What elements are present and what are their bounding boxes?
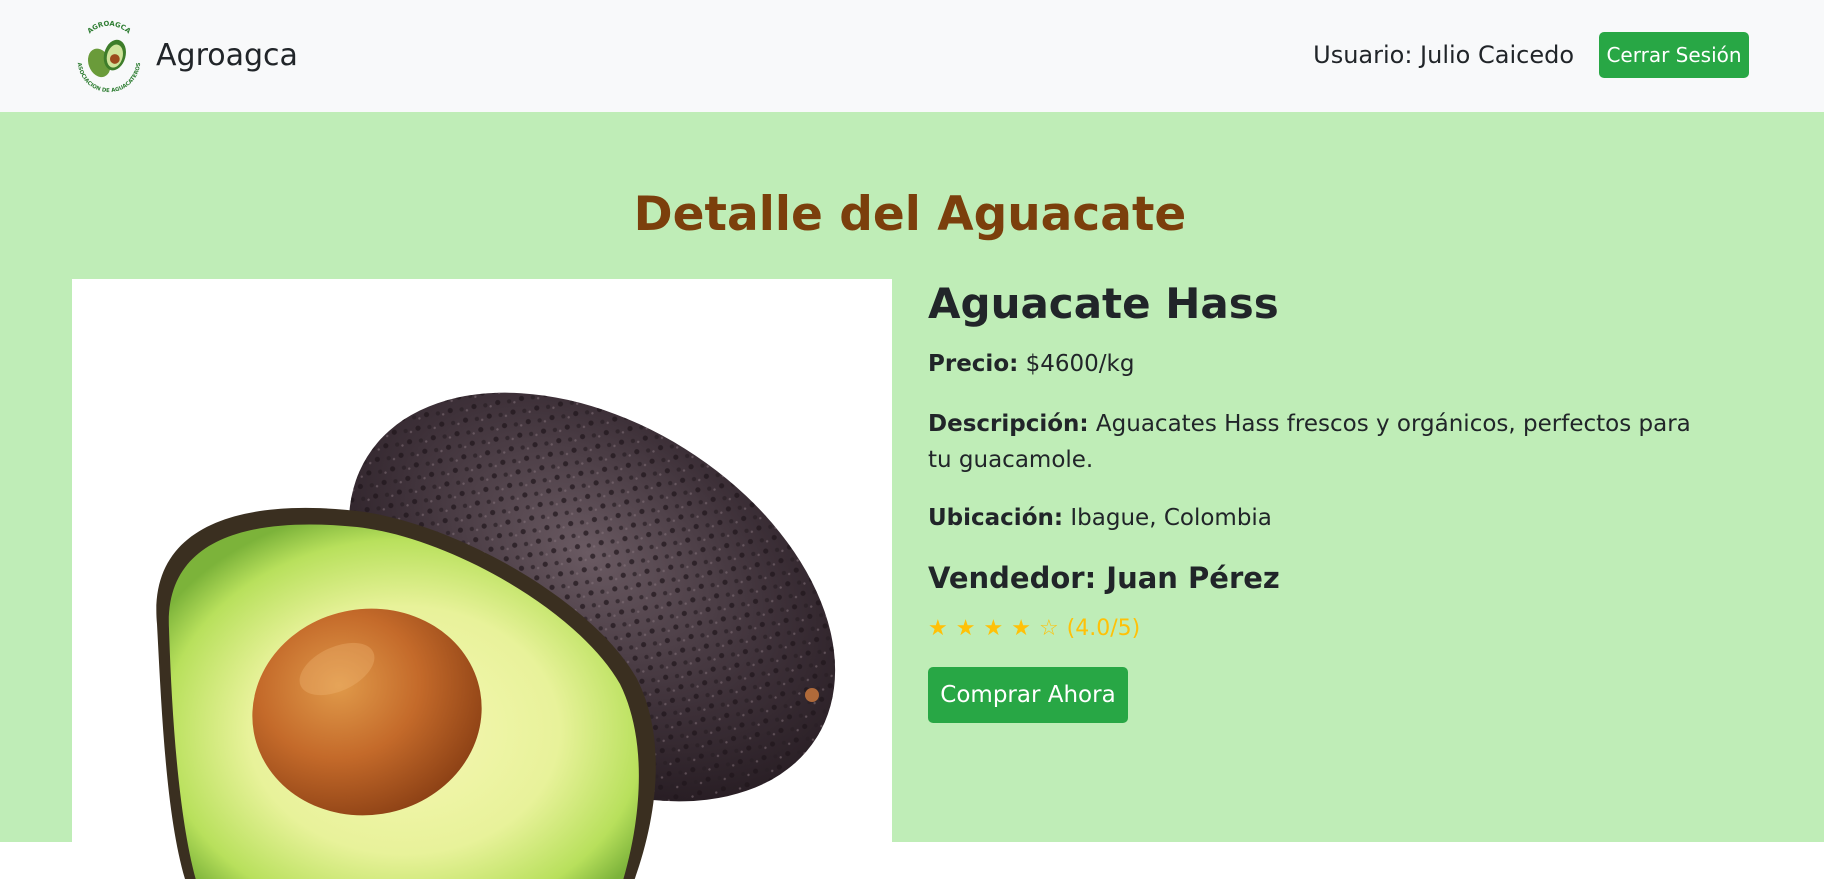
star-filled-icon: ★ [928, 616, 948, 641]
agroagca-logo: AGROAGCA ASOCIACION DE AGUACATEROS [76, 20, 142, 95]
rating-stars: ★ ★ ★ ★ ☆ [928, 616, 1059, 641]
user-label: Usuario: Julio Caicedo [1313, 41, 1574, 69]
navbar: AGROAGCA ASOCIACION DE AGUACATEROS Agroa… [0, 0, 1824, 112]
price-label: Precio: [928, 351, 1019, 377]
location-line: Ubicación: Ibague, Colombia [928, 500, 1748, 536]
rating-text: (4.0/5) [1066, 616, 1141, 641]
location-value: Ibague, Colombia [1070, 505, 1272, 531]
star-filled-icon: ★ [983, 616, 1004, 641]
product-image [72, 279, 892, 879]
description-label: Descripción: [928, 411, 1089, 437]
page-title: Detalle del Aguacate [633, 187, 1187, 242]
logo-text-top: AGROAGCA [86, 20, 133, 36]
brand-link[interactable]: AGROAGCA ASOCIACION DE AGUACATEROS Agroa… [70, 18, 298, 96]
seller-name: Vendedor: Juan Pérez [928, 561, 1280, 595]
star-empty-icon: ☆ [1038, 616, 1059, 641]
star-filled-icon: ★ [955, 616, 976, 641]
logout-button[interactable]: Cerrar Sesión [1599, 32, 1749, 78]
product-details: Aguacate Hass Precio: $4600/kg Descripci… [928, 276, 1748, 723]
price-line: Precio: $4600/kg [928, 346, 1748, 382]
location-label: Ubicación: [928, 505, 1064, 531]
rating: ★ ★ ★ ★ ☆ (4.0/5) [928, 616, 1748, 641]
product-name: Aguacate Hass [928, 279, 1279, 328]
brand-name: Agroagca [156, 37, 298, 73]
star-filled-icon: ★ [1011, 616, 1031, 641]
main-content: Detalle del Aguacate Aguacate Hass Preci… [0, 112, 1824, 879]
description-line: Descripción: Aguacates Hass frescos y or… [928, 406, 1708, 478]
price-value: $4600/kg [1025, 351, 1135, 377]
buy-now-button[interactable]: Comprar Ahora [928, 667, 1128, 723]
avocado-illustration [156, 392, 836, 879]
svg-text:AGROAGCA: AGROAGCA [86, 20, 133, 36]
